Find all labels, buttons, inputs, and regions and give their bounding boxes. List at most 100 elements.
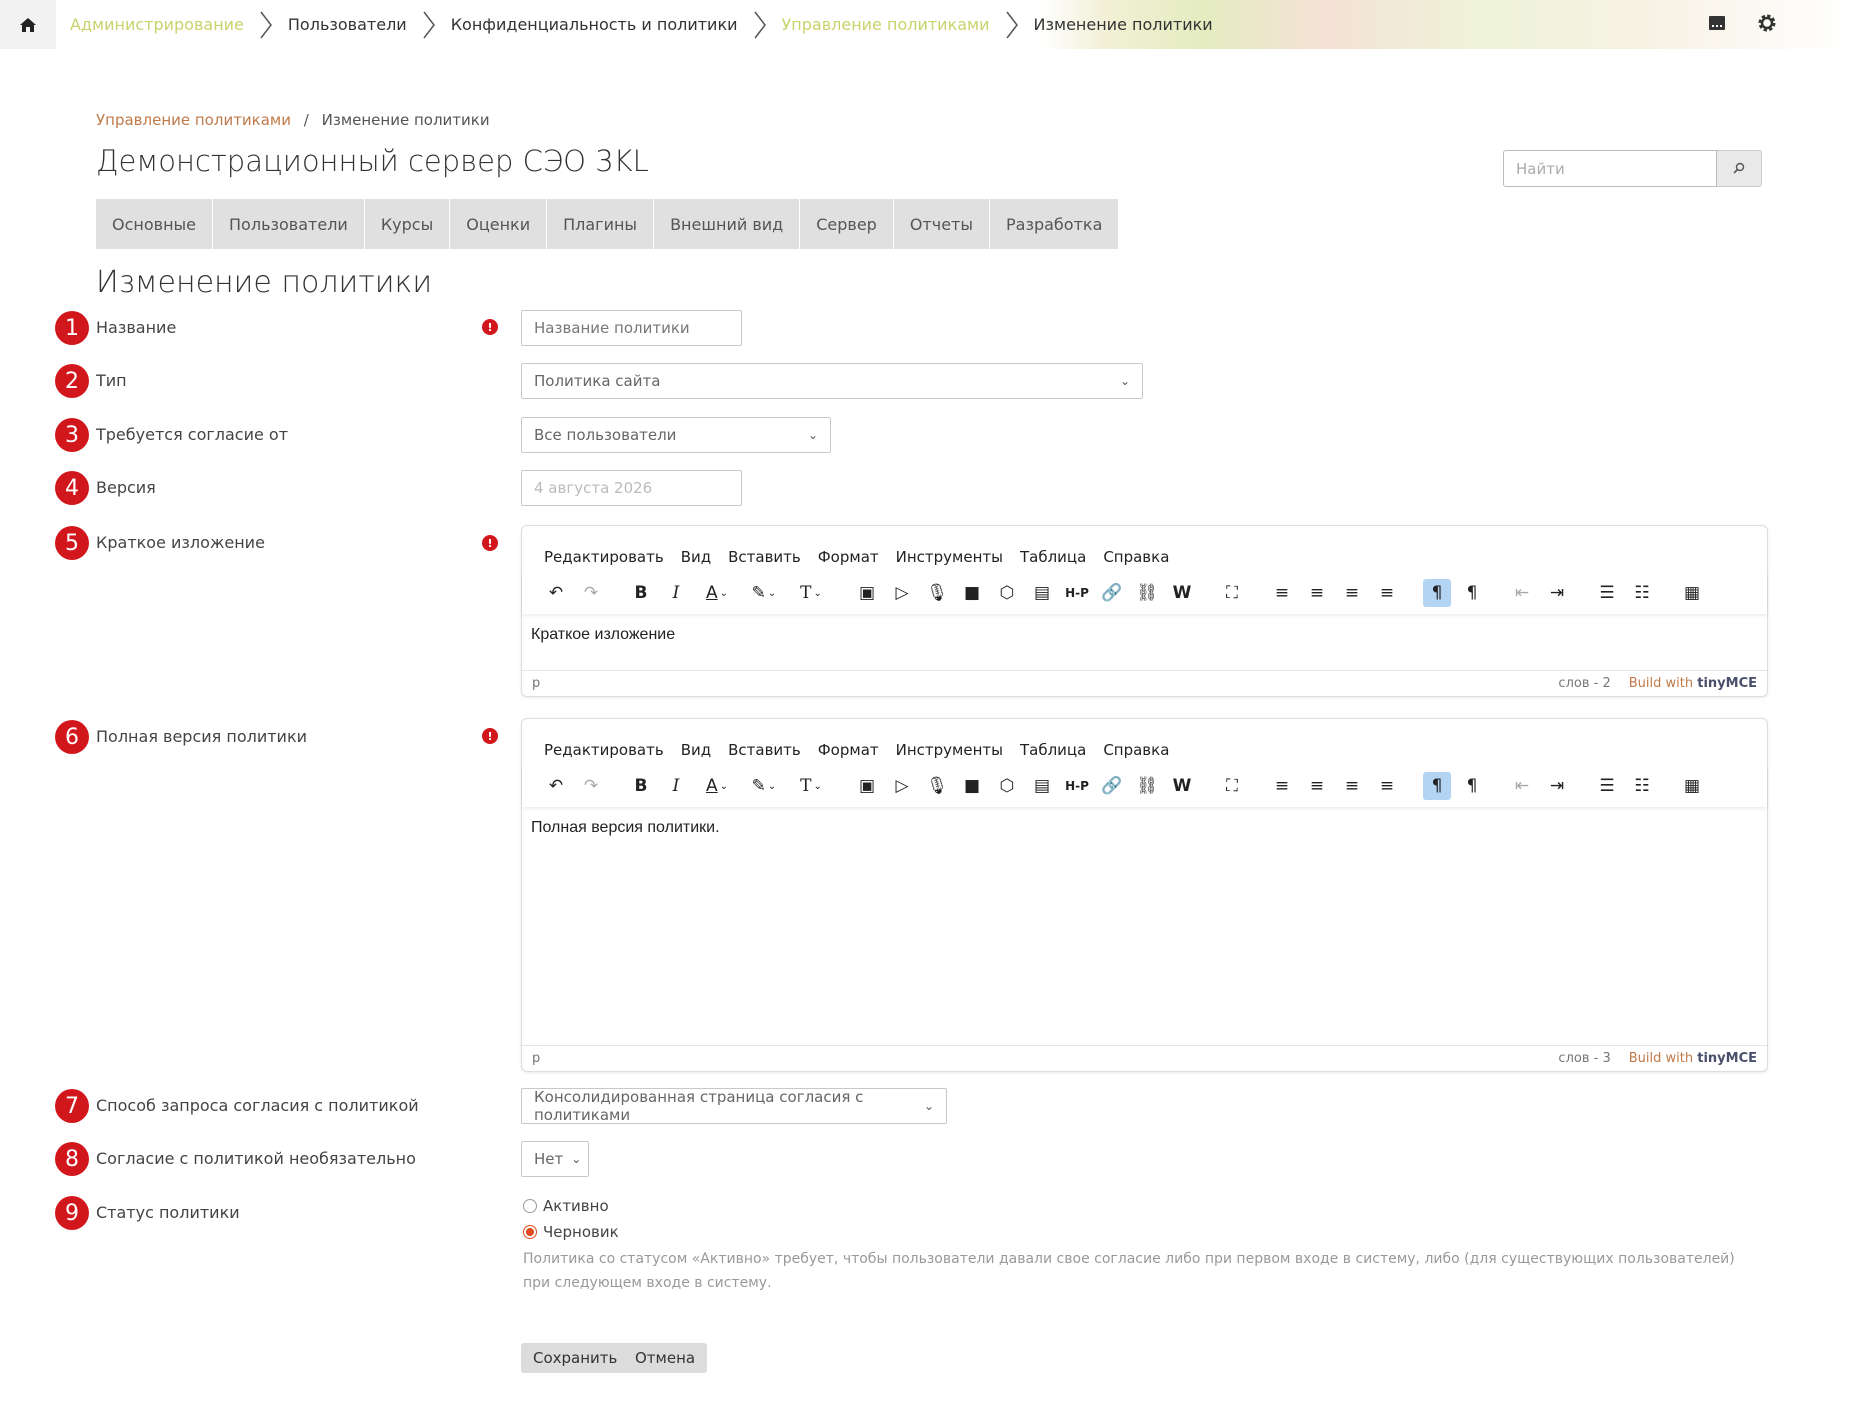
tab-appearance[interactable]: Внешний вид [654,199,801,249]
tab-server[interactable]: Сервер [800,199,894,249]
tab-users[interactable]: Пользователи [213,199,365,249]
highlight-icon[interactable]: ✎ ⌄ [744,579,784,607]
text-color-icon[interactable]: A ⌄ [697,579,737,607]
type-select[interactable]: Политика сайта ⌄ [521,363,1143,399]
package-icon[interactable]: ⬡ [993,772,1021,800]
menu-insert[interactable]: Вставить [728,741,801,759]
name-input[interactable]: Название политики [521,310,742,346]
message-icon[interactable] [1708,14,1726,36]
word-paste-icon[interactable]: W [1168,772,1196,800]
crumb-admin[interactable]: Администрирование [56,0,258,49]
align-left-icon[interactable]: ≡ [1268,772,1296,800]
consent-select[interactable]: Все пользователи ⌄ [521,417,831,453]
word-count[interactable]: слов - 2 [1558,676,1610,691]
package-icon[interactable]: ⬡ [993,579,1021,607]
optional-select[interactable]: Нет ⌄ [521,1141,589,1177]
menu-edit[interactable]: Редактировать [544,741,664,759]
bullet-list-icon[interactable]: ☰ [1593,772,1621,800]
cancel-button[interactable]: Отмена [623,1343,708,1373]
font-size-icon[interactable]: T ⌄ [791,579,831,607]
calculator-icon[interactable]: ▦ [1678,579,1706,607]
outdent-icon[interactable]: ⇤ [1508,772,1536,800]
status-active-option[interactable]: Активно [523,1197,609,1215]
fullscreen-icon[interactable]: ⛶ [1218,772,1246,800]
breadcrumb-policies-link[interactable]: Управление политиками [96,111,291,129]
ltr-icon[interactable]: ¶ [1423,772,1451,800]
element-path[interactable]: p [532,676,1558,691]
menu-tools[interactable]: Инструменты [896,548,1003,566]
align-left-icon[interactable]: ≡ [1268,579,1296,607]
save-button[interactable]: Сохранить [521,1343,630,1373]
link-icon[interactable]: 🔗 [1098,772,1126,800]
align-right-icon[interactable]: ≡ [1338,579,1366,607]
image-icon[interactable]: ▣ [853,579,881,607]
full-version-content[interactable]: Полная версия политики. [522,807,1767,1045]
search-input[interactable] [1503,150,1717,187]
numbered-list-icon[interactable]: ☷ [1628,772,1656,800]
image-icon[interactable]: ▣ [853,772,881,800]
italic-icon[interactable]: I [662,579,690,607]
media-icon[interactable]: ▷ [888,579,916,607]
menu-format[interactable]: Формат [818,741,879,759]
align-center-icon[interactable]: ≡ [1303,772,1331,800]
calculator-icon[interactable]: ▦ [1678,772,1706,800]
indent-icon[interactable]: ⇥ [1543,579,1571,607]
redo-icon[interactable]: ↷ [577,772,605,800]
menu-tools[interactable]: Инструменты [896,741,1003,759]
tab-grades[interactable]: Оценки [450,199,548,249]
crumb-users[interactable]: Пользователи [274,0,421,49]
tab-development[interactable]: Разработка [990,199,1120,249]
element-path[interactable]: p [532,1051,1558,1066]
menu-table[interactable]: Таблица [1020,741,1086,759]
italic-icon[interactable]: I [662,772,690,800]
search-button[interactable] [1717,150,1762,187]
menu-edit[interactable]: Редактировать [544,548,664,566]
crumb-policies[interactable]: Управление политиками [768,0,1004,49]
undo-icon[interactable]: ↶ [542,772,570,800]
indent-icon[interactable]: ⇥ [1543,772,1571,800]
ltr-icon[interactable]: ¶ [1423,579,1451,607]
outdent-icon[interactable]: ⇤ [1508,579,1536,607]
font-size-icon[interactable]: T ⌄ [791,772,831,800]
radio-button-selected[interactable] [523,1225,537,1239]
tab-courses[interactable]: Курсы [364,199,451,249]
menu-table[interactable]: Таблица [1020,548,1086,566]
gear-icon[interactable] [1756,12,1778,38]
bullet-list-icon[interactable]: ☰ [1593,579,1621,607]
status-draft-option[interactable]: Черновик [523,1223,619,1241]
radio-button[interactable] [523,1199,537,1213]
justify-icon[interactable]: ≡ [1373,772,1401,800]
menu-help[interactable]: Справка [1103,741,1169,759]
tab-plugins[interactable]: Плагины [547,199,655,249]
word-paste-icon[interactable]: W [1168,579,1196,607]
video-icon[interactable]: ■ [958,579,986,607]
tab-reports[interactable]: Отчеты [893,199,990,249]
unlink-icon[interactable]: ⛓ [1133,772,1161,800]
bold-icon[interactable]: B [627,772,655,800]
align-right-icon[interactable]: ≡ [1338,772,1366,800]
menu-format[interactable]: Формат [818,548,879,566]
rtl-icon[interactable]: ¶ [1458,579,1486,607]
tab-general[interactable]: Основные [96,199,214,249]
rtl-icon[interactable]: ¶ [1458,772,1486,800]
microphone-icon[interactable]: 🎙 [923,772,951,800]
tinymce-brand[interactable]: Build with tinyMCE [1629,676,1757,691]
menu-view[interactable]: Вид [681,548,711,566]
text-color-icon[interactable]: A ⌄ [697,772,737,800]
align-center-icon[interactable]: ≡ [1303,579,1331,607]
add-file-icon[interactable]: ▤ [1028,772,1056,800]
home-icon[interactable] [0,0,56,49]
justify-icon[interactable]: ≡ [1373,579,1401,607]
link-icon[interactable]: 🔗 [1098,579,1126,607]
video-icon[interactable]: ■ [958,772,986,800]
menu-view[interactable]: Вид [681,741,711,759]
media-icon[interactable]: ▷ [888,772,916,800]
unlink-icon[interactable]: ⛓ [1133,579,1161,607]
h5p-icon[interactable]: H-P [1063,772,1091,800]
highlight-icon[interactable]: ✎ ⌄ [744,772,784,800]
numbered-list-icon[interactable]: ☷ [1628,579,1656,607]
microphone-icon[interactable]: 🎙 [923,579,951,607]
word-count[interactable]: слов - 3 [1558,1051,1610,1066]
undo-icon[interactable]: ↶ [542,579,570,607]
add-file-icon[interactable]: ▤ [1028,579,1056,607]
